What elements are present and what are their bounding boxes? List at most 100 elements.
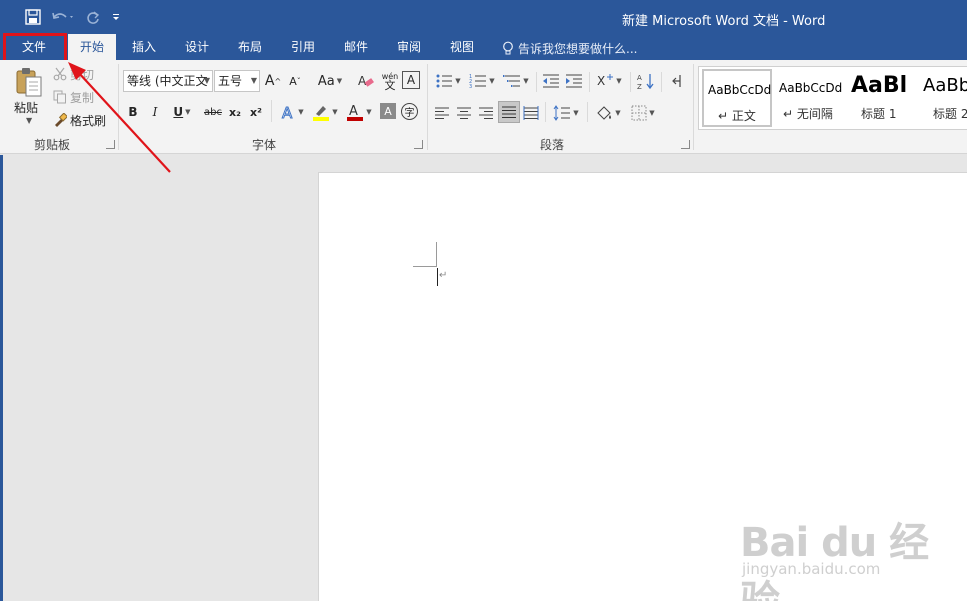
clipboard-launcher-icon[interactable] bbox=[106, 140, 115, 149]
shrink-arrow-icon: ˇ bbox=[296, 76, 301, 86]
ribbon-tabs: 文件 开始 插入 设计 布局 引用 邮件 审阅 视图 bbox=[0, 34, 967, 60]
distribute-button[interactable] bbox=[522, 103, 540, 123]
show-marks-button[interactable] bbox=[668, 71, 686, 91]
cut-label: 剪切 bbox=[70, 67, 95, 82]
bullets-button[interactable]: ▼ bbox=[433, 71, 463, 91]
style-name: 标题 2 bbox=[933, 107, 967, 121]
italic-button[interactable]: I bbox=[148, 102, 162, 122]
phonetic-guide-button[interactable]: wén 文 bbox=[380, 71, 400, 91]
shrink-font-icon: A bbox=[289, 74, 297, 88]
line-spacing-button[interactable]: ▼ bbox=[551, 103, 581, 123]
shading-button[interactable]: ▼ bbox=[593, 103, 623, 123]
change-case-button[interactable]: Aa ▼ bbox=[315, 71, 345, 91]
font-color-icon: A bbox=[347, 104, 364, 121]
ribbon: 粘贴 ▼ 剪切 复制 格式刷 剪贴板 等线 (中文正文 ▼ 五号 ▼ A ^ Aˇ… bbox=[0, 60, 967, 154]
watermark-logo: Bai du 经验 bbox=[740, 520, 929, 601]
format-painter-icon bbox=[55, 113, 67, 127]
window-edge bbox=[0, 155, 3, 601]
chevron-down-icon: ▼ bbox=[366, 108, 372, 116]
align-left-button[interactable] bbox=[433, 103, 451, 123]
align-center-icon bbox=[457, 107, 471, 119]
paragraph-launcher-icon[interactable] bbox=[681, 140, 690, 149]
strikethrough-button[interactable]: abc bbox=[202, 102, 224, 122]
justify-button[interactable] bbox=[498, 101, 520, 123]
svg-text:Z: Z bbox=[637, 83, 642, 90]
style-heading-2[interactable]: AaBb 标题 2 bbox=[921, 69, 967, 127]
tab-insert[interactable]: 插入 bbox=[122, 34, 166, 60]
char-shading-icon: A bbox=[384, 104, 392, 118]
svg-text:A: A bbox=[349, 104, 358, 119]
lightbulb-icon bbox=[503, 41, 513, 55]
numbering-button[interactable]: 1 2 3 ▼ bbox=[467, 71, 497, 91]
save-icon[interactable] bbox=[22, 6, 44, 28]
margin-corner-mark bbox=[436, 242, 437, 267]
paste-dropdown-icon[interactable]: ▼ bbox=[26, 116, 32, 125]
tell-me-text: 告诉我您想要做什么... bbox=[518, 42, 638, 56]
cut-button[interactable]: 剪切 bbox=[53, 65, 94, 83]
text-effects-button[interactable]: A ▼ bbox=[278, 102, 306, 122]
increase-indent-icon bbox=[566, 74, 582, 88]
highlighter-icon bbox=[313, 106, 330, 121]
svg-text:3: 3 bbox=[469, 84, 472, 89]
tab-home[interactable]: 开始 bbox=[68, 34, 116, 60]
tab-review[interactable]: 审阅 bbox=[387, 34, 431, 60]
superscript-button[interactable]: x² bbox=[248, 102, 264, 122]
style-name: 标题 1 bbox=[861, 107, 897, 121]
tab-view[interactable]: 视图 bbox=[440, 34, 484, 60]
group-divider bbox=[693, 64, 694, 150]
underline-button[interactable]: U ▼ bbox=[170, 102, 194, 122]
style-name: ↵ 正文 bbox=[718, 109, 756, 123]
borders-button[interactable]: ▼ bbox=[628, 103, 658, 123]
font-launcher-icon[interactable] bbox=[414, 140, 423, 149]
bold-button[interactable]: B bbox=[126, 102, 140, 122]
clear-formatting-button[interactable]: A bbox=[356, 71, 376, 91]
grow-font-icon: A bbox=[264, 73, 275, 89]
enclose-char-button[interactable]: 字 bbox=[401, 103, 418, 120]
align-center-button[interactable] bbox=[455, 103, 473, 123]
format-painter-button[interactable]: 格式刷 bbox=[53, 111, 106, 129]
char-border-button[interactable]: A bbox=[402, 71, 420, 89]
asian-layout-button[interactable]: X ▼ bbox=[594, 71, 624, 91]
decrease-indent-button[interactable] bbox=[541, 71, 561, 91]
paste-button[interactable]: 粘贴 bbox=[14, 99, 38, 116]
chevron-down-icon: ▼ bbox=[573, 109, 579, 117]
tab-mailings[interactable]: 邮件 bbox=[334, 34, 378, 60]
char-shading-button[interactable]: A bbox=[380, 103, 396, 119]
change-case-icon: Aa bbox=[317, 73, 335, 89]
sort-button[interactable]: AZ bbox=[636, 71, 656, 91]
tab-references[interactable]: 引用 bbox=[281, 34, 325, 60]
align-right-button[interactable] bbox=[477, 103, 495, 123]
chevron-down-icon: ▼ bbox=[298, 108, 304, 116]
redo-icon[interactable] bbox=[82, 6, 104, 28]
font-name-combo[interactable]: 等线 (中文正文 ▼ bbox=[123, 70, 213, 92]
format-painter-label: 格式刷 bbox=[70, 113, 107, 128]
chevron-down-icon: ▼ bbox=[455, 77, 461, 85]
inline-divider bbox=[661, 72, 662, 92]
shrink-font-button[interactable]: Aˇ bbox=[286, 71, 304, 91]
increase-indent-button[interactable] bbox=[564, 71, 584, 91]
svg-text:A: A bbox=[358, 74, 367, 88]
tell-me-box[interactable]: 告诉我您想要做什么... bbox=[502, 40, 637, 57]
tab-design[interactable]: 设计 bbox=[175, 34, 219, 60]
font-size-combo[interactable]: 五号 ▼ bbox=[214, 70, 260, 92]
multilevel-list-button[interactable]: ▼ bbox=[501, 71, 531, 91]
grow-font-button[interactable]: A ^ bbox=[264, 71, 282, 91]
chevron-down-icon: ▼ bbox=[336, 77, 343, 85]
copy-button[interactable]: 复制 bbox=[53, 88, 94, 106]
grow-arrow-icon: ^ bbox=[274, 76, 282, 86]
phonetic-char-icon: 文 bbox=[384, 79, 396, 92]
bullets-icon bbox=[436, 74, 453, 88]
char-border-icon: A bbox=[406, 73, 416, 87]
undo-icon[interactable] bbox=[48, 6, 78, 28]
style-heading-1[interactable]: AaBl 标题 1 bbox=[849, 69, 919, 127]
chevron-down-icon: ▼ bbox=[250, 76, 257, 85]
font-color-button[interactable]: A ▼ bbox=[344, 102, 374, 122]
tab-layout[interactable]: 布局 bbox=[228, 34, 272, 60]
highlight-button[interactable]: ▼ bbox=[310, 102, 340, 122]
style-normal[interactable]: AaBbCcDd ↵ 正文 bbox=[702, 69, 772, 127]
paste-icon[interactable] bbox=[15, 67, 43, 97]
numbering-icon: 123 bbox=[469, 74, 487, 89]
subscript-button[interactable]: x₂ bbox=[227, 102, 243, 122]
style-no-spacing[interactable]: AaBbCcDd ↵ 无间隔 bbox=[775, 69, 845, 127]
customize-qat-icon[interactable] bbox=[108, 6, 124, 28]
